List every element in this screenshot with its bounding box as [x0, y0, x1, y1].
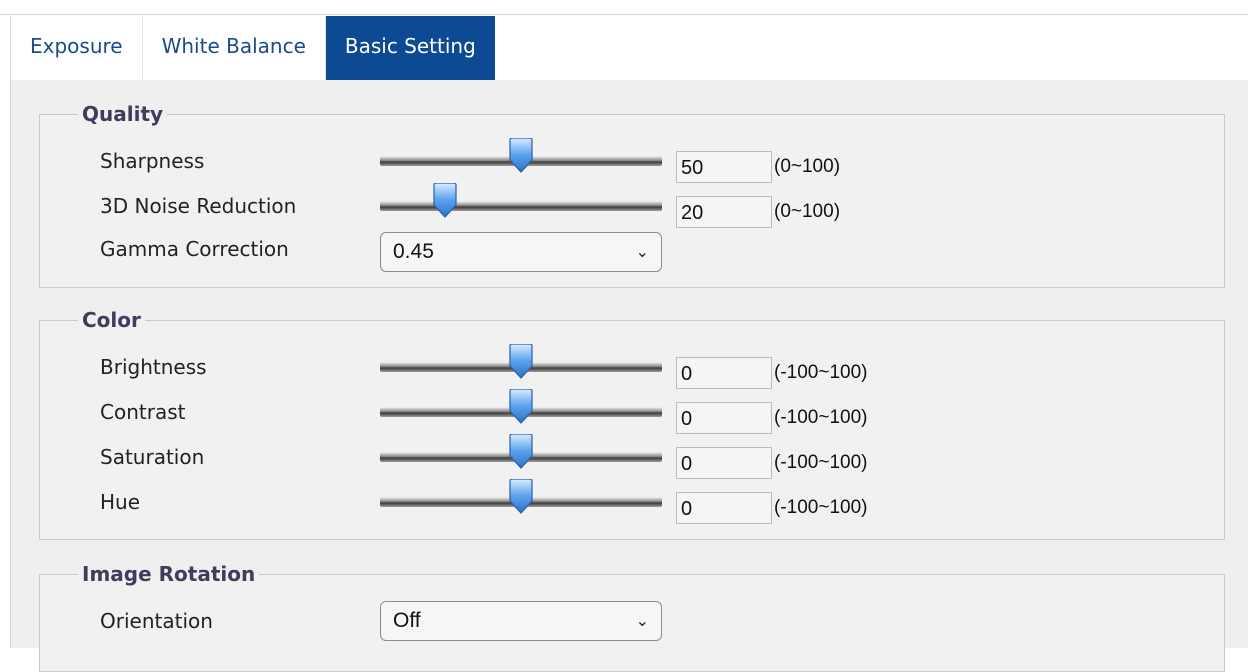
color-legend: Color — [82, 308, 141, 332]
sharpness-slider[interactable] — [380, 138, 662, 174]
brightness-input[interactable]: 0 — [676, 357, 772, 389]
contrast-label: Contrast — [100, 400, 186, 424]
image-rotation-group: Image Rotation Orientation Off ⌄ — [39, 562, 1225, 672]
tab-basic-setting[interactable]: Basic Setting — [324, 16, 495, 80]
noise-reduction-range: (0~100) — [774, 201, 841, 222]
brightness-range: (-100~100) — [774, 362, 868, 383]
chevron-down-icon: ⌄ — [635, 244, 649, 261]
brightness-label: Brightness — [100, 355, 207, 379]
hue-range: (-100~100) — [774, 497, 868, 518]
noise-reduction-slider[interactable] — [380, 183, 662, 219]
top-border — [0, 0, 1248, 15]
tab-exposure[interactable]: Exposure — [10, 16, 142, 80]
quality-legend: Quality — [82, 102, 164, 126]
gamma-selected-value: 0.45 — [393, 240, 434, 263]
tab-white-balance[interactable]: White Balance — [141, 16, 325, 80]
sharpness-label: Sharpness — [100, 149, 205, 173]
saturation-label: Saturation — [100, 445, 205, 469]
brightness-slider[interactable] — [380, 344, 662, 380]
sharpness-range: (0~100) — [774, 156, 841, 177]
sharpness-input[interactable]: 50 — [676, 151, 772, 183]
orientation-label: Orientation — [100, 609, 213, 633]
contrast-input[interactable]: 0 — [676, 402, 772, 434]
contrast-slider[interactable] — [380, 389, 662, 425]
hue-input[interactable]: 0 — [676, 492, 772, 524]
gamma-label: Gamma Correction — [100, 237, 289, 261]
slider-thumb-icon[interactable] — [507, 434, 535, 470]
color-group: Color Brightness 0 (-100~100) Contrast 0… — [39, 308, 1225, 540]
orientation-selected-value: Off — [393, 609, 421, 632]
saturation-input[interactable]: 0 — [676, 447, 772, 479]
slider-thumb-icon[interactable] — [507, 479, 535, 515]
quality-group: Quality Sharpness 50 (0~100) 3D Noise Re… — [39, 102, 1225, 288]
hue-label: Hue — [100, 490, 141, 514]
saturation-range: (-100~100) — [774, 452, 868, 473]
hue-slider[interactable] — [380, 479, 662, 515]
slider-thumb-icon[interactable] — [431, 183, 459, 219]
slider-track — [380, 201, 662, 211]
orientation-select[interactable]: Off ⌄ — [380, 601, 662, 641]
settings-panel: Quality Sharpness 50 (0~100) 3D Noise Re… — [10, 80, 1248, 672]
tab-bar: Exposure White Balance Basic Setting — [10, 16, 495, 80]
gamma-select[interactable]: 0.45 ⌄ — [380, 232, 662, 272]
slider-thumb-icon[interactable] — [507, 389, 535, 425]
noise-reduction-input[interactable]: 20 — [676, 196, 772, 228]
contrast-range: (-100~100) — [774, 407, 868, 428]
saturation-slider[interactable] — [380, 434, 662, 470]
slider-thumb-icon[interactable] — [507, 344, 535, 380]
noise-reduction-label: 3D Noise Reduction — [100, 194, 297, 218]
image-rotation-legend: Image Rotation — [82, 562, 256, 586]
chevron-down-icon: ⌄ — [635, 613, 649, 630]
slider-thumb-icon[interactable] — [507, 138, 535, 174]
